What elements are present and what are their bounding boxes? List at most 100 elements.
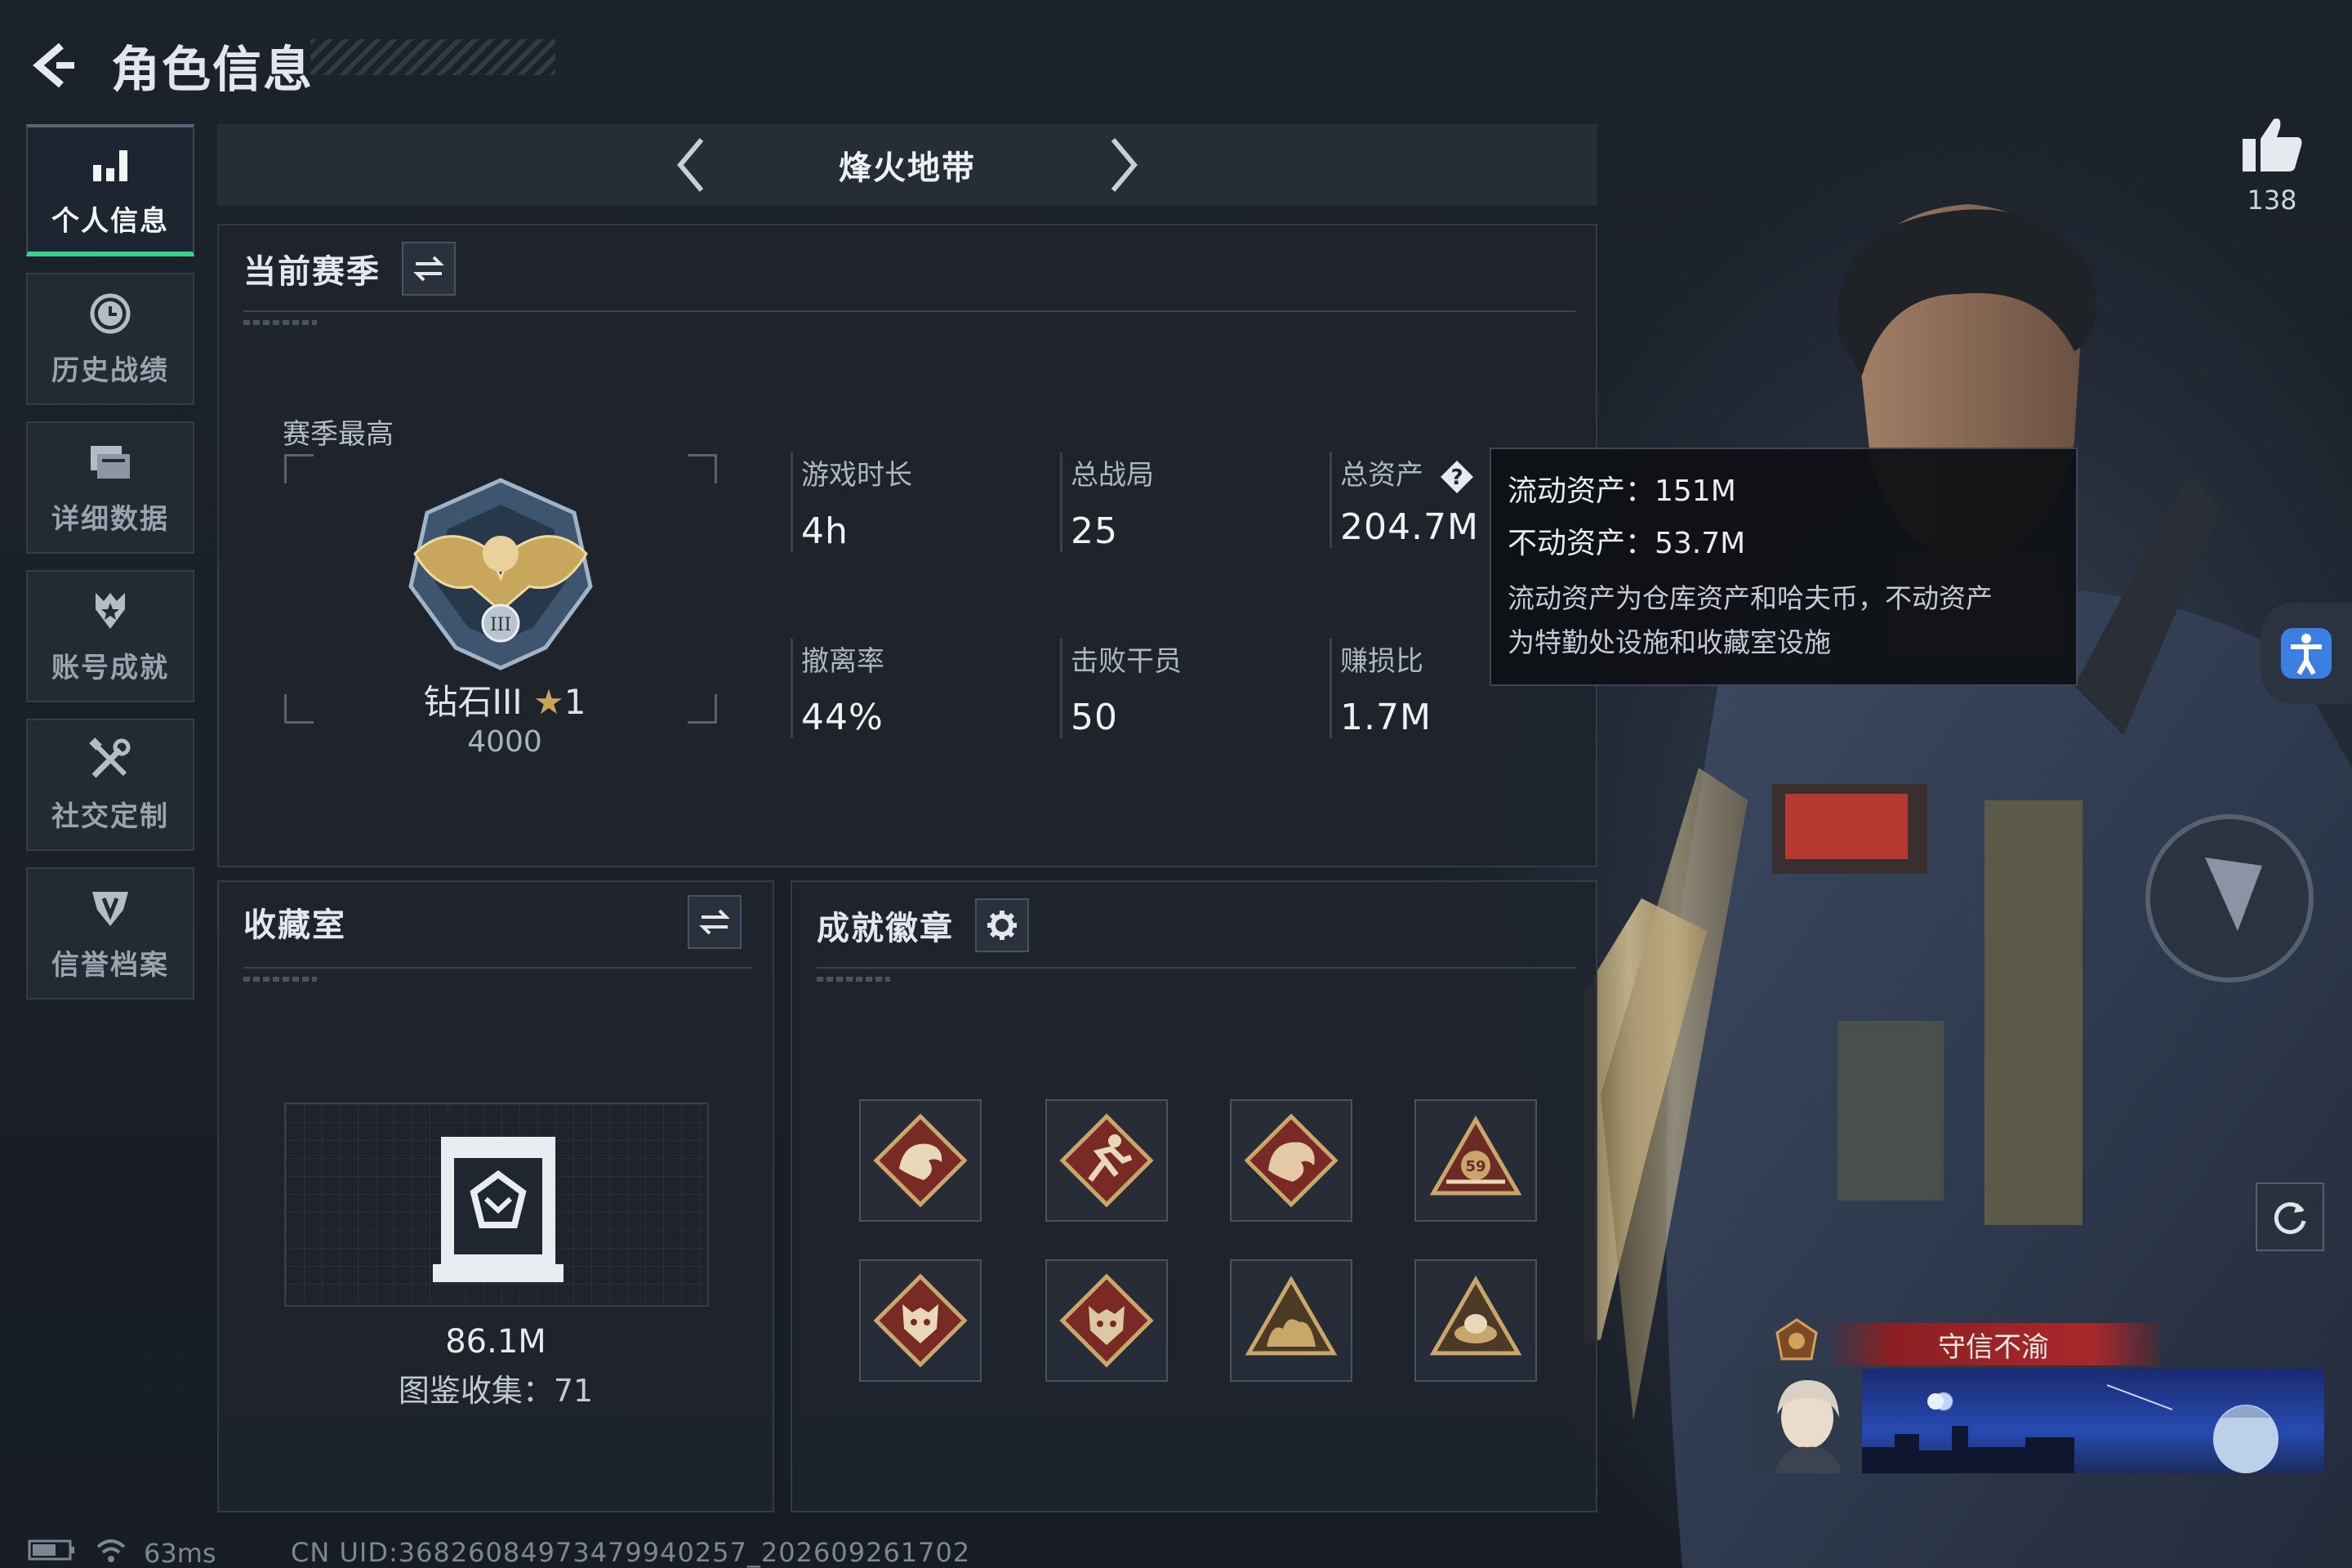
badge-slot[interactable]: [859, 1099, 982, 1222]
badges-settings-button[interactable]: [975, 898, 1029, 952]
header: 角色信息: [24, 24, 314, 106]
svg-text:III: III: [490, 615, 511, 635]
sidebar-item-social[interactable]: 社交定制: [26, 719, 194, 851]
stat-label: 总资产: [1340, 459, 1423, 492]
bar-chart-icon: [87, 141, 133, 187]
like-count: 138: [2247, 185, 2297, 216]
divider-dots: [243, 320, 317, 325]
refresh-icon: [2274, 1202, 2306, 1235]
current-season-panel: 当前赛季 赛季最高 III 钻石III ★1 4000 游戏时长 4h 总战局 …: [217, 224, 1597, 867]
sidebar-item-credit[interactable]: 信誉档案: [26, 867, 194, 1000]
swap-arrows-icon: [699, 909, 730, 935]
battery-icon: [28, 1538, 77, 1568]
tooltip-liquid-assets: 流动资产：151M: [1508, 474, 1736, 508]
sidebar-item-personal-info[interactable]: 个人信息: [26, 124, 194, 256]
tooltip-desc-line: 流动资产为仓库资产和哈夫币，不动资产: [1508, 582, 1993, 614]
badge-slot[interactable]: [1045, 1099, 1168, 1222]
rank-star-icon: ★: [533, 682, 564, 722]
help-icon[interactable]: ?: [1439, 459, 1475, 495]
vault-case-icon: [433, 1137, 564, 1282]
badge-slot[interactable]: [1230, 1099, 1352, 1222]
vault-display[interactable]: [284, 1102, 709, 1307]
runner-badge-icon: [1059, 1113, 1154, 1208]
wolf-badge-icon: [873, 1273, 968, 1368]
rank-name: 钻石III ★1: [350, 675, 660, 724]
sidebar-item-history[interactable]: 历史战绩: [26, 273, 194, 405]
sidebar-item-label: 社交定制: [51, 800, 169, 833]
status-bar: 63ms: [28, 1537, 216, 1568]
achievement-badges-panel: 成就徽章 59: [791, 880, 1597, 1512]
svg-text:?: ?: [1450, 466, 1463, 490]
stat-label: 游戏时长: [801, 459, 912, 492]
divider: [243, 310, 1576, 312]
sidebar-item-label: 详细数据: [51, 502, 169, 536]
divider-dots: [817, 977, 890, 982]
avatar[interactable]: [1753, 1369, 1862, 1473]
mode-prev-button[interactable]: [667, 132, 716, 198]
player-title-tag: 守信不渝: [1826, 1323, 2161, 1365]
accessibility-icon: [2281, 628, 2332, 679]
rank-star-count: 1: [564, 682, 586, 722]
history-clock-icon: [87, 291, 133, 336]
svg-text:59: 59: [1465, 1158, 1486, 1175]
player-uid: CN UID:36826084973479940257_202609261702: [291, 1537, 971, 1568]
back-arrow-icon[interactable]: [24, 37, 82, 94]
accessibility-float-button[interactable]: [2261, 603, 2352, 704]
diamond-rank-medal-icon: III: [399, 472, 603, 676]
stat-value: 50: [1071, 697, 1118, 738]
collection-count: 图鉴收集：71: [398, 1373, 594, 1409]
season-switch-button[interactable]: [402, 242, 456, 296]
divider: [243, 967, 753, 969]
stat-value: 204.7M: [1340, 506, 1479, 548]
thumbs-up-icon: [2231, 114, 2313, 176]
divider: [817, 967, 1576, 969]
sidebar-item-details[interactable]: 详细数据: [26, 421, 194, 554]
stat-label: 击败干员: [1071, 645, 1182, 678]
rank-score: 4000: [467, 725, 542, 759]
achievement-star-icon: [87, 588, 133, 634]
stat-extract-rate: 撤离率 44%: [791, 639, 884, 738]
stat-value: 25: [1071, 510, 1118, 552]
rotate-model-button[interactable]: [2256, 1183, 2324, 1251]
likes[interactable]: 138: [2231, 114, 2313, 216]
badge-slot[interactable]: [859, 1259, 982, 1382]
rank-name-text: 钻石III: [423, 682, 523, 722]
mode-next-button[interactable]: [1098, 132, 1147, 198]
stat-total-games: 总战局 25: [1060, 452, 1154, 552]
tooltip-description: 流动资产为仓库资产和哈夫币，不动资产 为特勤处设施和收藏室设施: [1508, 577, 2060, 665]
sidebar-item-label: 历史战绩: [51, 354, 169, 387]
stat-value: 1.7M: [1340, 697, 1432, 738]
sidebar: 个人信息 历史战绩 详细数据 账号成就 社交定制 信誉档案: [26, 124, 194, 1016]
assets-tooltip: 流动资产：151M 不动资产：53.7M 流动资产为仓库资产和哈夫币，不动资产 …: [1490, 448, 2078, 686]
wifi-icon: [95, 1537, 127, 1568]
season-best-label: 赛季最高: [283, 418, 394, 451]
wolf-badge-2-icon: [1059, 1273, 1154, 1368]
stat-value: 4h: [801, 510, 849, 552]
badge-slot[interactable]: [1230, 1259, 1352, 1382]
folder-stack-icon: [87, 439, 133, 485]
badge-slot[interactable]: [1414, 1259, 1537, 1382]
name-card-banner: [1862, 1369, 2324, 1473]
badge-slot[interactable]: 59: [1414, 1099, 1537, 1222]
ping-value: 63ms: [144, 1538, 216, 1568]
season-panel-header: 当前赛季: [243, 242, 456, 296]
badge-slot[interactable]: [1045, 1259, 1168, 1382]
tooltip-fixed-assets: 不动资产：53.7M: [1508, 527, 1746, 560]
tooltip-desc-line: 为特勤处设施和收藏室设施: [1508, 626, 1831, 658]
sidebar-item-label: 账号成就: [51, 651, 169, 684]
stat-label: 总战局: [1071, 459, 1154, 492]
stat-profit-ratio: 赚损比 1.7M: [1330, 639, 1432, 738]
collection-panel-title: 收藏室: [243, 906, 346, 944]
beasts-badge-icon: [1245, 1276, 1338, 1356]
dragon-badge-icon: [873, 1113, 968, 1208]
title-stripe-decoration: [310, 39, 555, 75]
badges-panel-header: 成就徽章: [817, 898, 1029, 952]
gear-icon: [987, 911, 1017, 940]
page-title: 角色信息: [111, 41, 314, 99]
stat-kills: 击败干员 50: [1060, 639, 1182, 738]
collection-switch-button[interactable]: [688, 895, 742, 949]
sidebar-item-achievements[interactable]: 账号成就: [26, 570, 194, 702]
swap-arrows-icon: [413, 256, 444, 282]
collection-value: 86.1M: [445, 1323, 546, 1361]
stat-label: 撤离率: [801, 645, 884, 678]
